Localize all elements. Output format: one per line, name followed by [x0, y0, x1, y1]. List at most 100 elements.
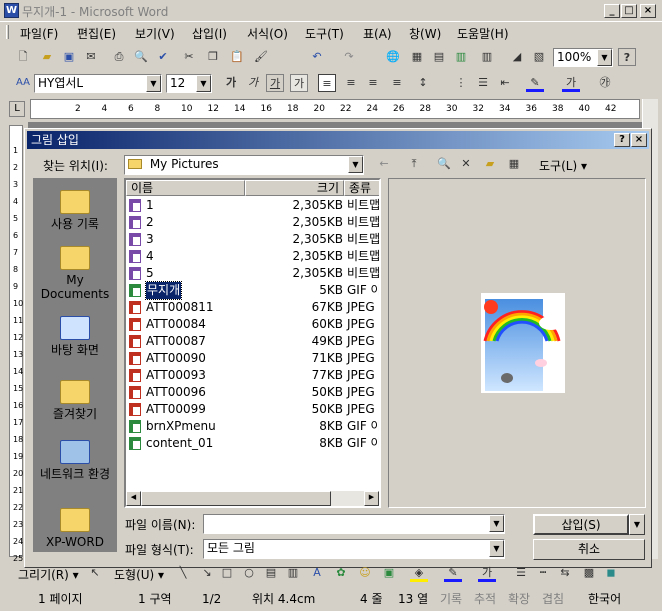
open-icon[interactable]: ▰: [38, 48, 56, 66]
back-icon[interactable]: ←: [375, 155, 393, 173]
file-row[interactable]: 4 2,305KB 비트맵: [126, 248, 379, 265]
file-row[interactable]: content_01 8KB GIF 이: [126, 435, 379, 452]
vertical-textbox-icon[interactable]: ▥: [284, 564, 302, 582]
file-row[interactable]: 5 2,305KB 비트맵: [126, 265, 379, 282]
drawing-icon[interactable]: ◢: [508, 48, 526, 66]
file-row[interactable]: ATT00096 50KB JPEG: [126, 384, 379, 401]
columns-icon[interactable]: ▥: [478, 48, 496, 66]
insert-table-icon[interactable]: ▤: [430, 48, 448, 66]
place-favorites[interactable]: 즐겨찾기: [33, 380, 117, 421]
italic-button[interactable]: 가: [244, 74, 262, 92]
file-row[interactable]: 1 2,305KB 비트맵: [126, 197, 379, 214]
menu-view[interactable]: 보기(V): [135, 25, 175, 42]
insert-button[interactable]: 삽입(S): [533, 514, 629, 535]
views-icon[interactable]: ▦: [505, 155, 523, 173]
zoom-combo[interactable]: 100% ▼: [553, 48, 613, 67]
align-justify-icon[interactable]: ≡: [318, 74, 336, 92]
decrease-indent-icon[interactable]: ⇤: [496, 74, 514, 92]
up-folder-icon[interactable]: ⤒: [405, 155, 423, 173]
menu-edit[interactable]: 편집(E): [77, 25, 116, 42]
bullets-icon[interactable]: ☰: [474, 74, 492, 92]
file-row[interactable]: ATT00087 49KB JPEG: [126, 333, 379, 350]
redo-icon[interactable]: ↷: [340, 48, 358, 66]
minimize-button[interactable]: _: [604, 4, 620, 18]
look-in-combo[interactable]: My Pictures ▼: [124, 155, 364, 175]
tables-borders-icon[interactable]: ▦: [408, 48, 426, 66]
status-overtype[interactable]: 겹침: [542, 591, 564, 609]
maximize-button[interactable]: □: [621, 4, 637, 18]
tools-menu[interactable]: 도구(L) ▾: [539, 157, 587, 174]
underline-button[interactable]: 가: [266, 74, 284, 92]
vertical-ruler[interactable]: 1 2 3 4 5 6 7 8 9 10 11 12 13 14 15 16 17 18 19 20 21 22 23 24 2…: [9, 125, 23, 563]
wordart-icon[interactable]: A: [308, 564, 326, 582]
font-size-combo[interactable]: 12 ▼: [166, 74, 212, 93]
hyperlink-icon[interactable]: 🌐: [384, 48, 402, 66]
print-icon[interactable]: ⎙: [110, 48, 128, 66]
menu-table[interactable]: 표(A): [363, 25, 392, 42]
column-size-header[interactable]: 크기: [245, 180, 344, 196]
chevron-down-icon[interactable]: ▼: [196, 75, 211, 92]
file-row[interactable]: 무지개 5KB GIF 이: [126, 281, 379, 300]
dialog-help-button[interactable]: ?: [614, 133, 630, 147]
rectangle-icon[interactable]: □: [218, 564, 236, 582]
font-color-icon[interactable]: 가: [562, 74, 580, 92]
insert-excel-icon[interactable]: ▥: [452, 48, 470, 66]
shadow-icon[interactable]: ▩: [580, 564, 598, 582]
place-xp-word[interactable]: XP-WORD: [33, 508, 117, 549]
align-center-icon[interactable]: ≡: [364, 74, 382, 92]
diagram-icon[interactable]: ✿: [332, 564, 350, 582]
help-icon[interactable]: ?: [618, 48, 636, 66]
autoshapes-menu[interactable]: 도형(U) ▾: [114, 566, 164, 583]
file-row[interactable]: brnXPmenu 8KB GIF 이: [126, 418, 379, 435]
ruler-corner[interactable]: L: [9, 101, 25, 117]
arrow-icon[interactable]: ↘: [198, 564, 216, 582]
font-combo[interactable]: HY엽서L ▼: [34, 74, 162, 93]
chevron-down-icon[interactable]: ▼: [597, 49, 612, 66]
status-record[interactable]: 기록: [440, 591, 462, 609]
column-name-header[interactable]: 이름: [126, 180, 245, 196]
cancel-button[interactable]: 취소: [533, 539, 645, 560]
select-objects-icon[interactable]: ↖: [86, 564, 104, 582]
clipart-icon[interactable]: ☺: [356, 564, 374, 582]
filename-input[interactable]: ▼: [203, 514, 505, 534]
status-track[interactable]: 추적: [474, 591, 496, 609]
close-button[interactable]: ×: [640, 4, 656, 18]
3d-icon[interactable]: ◼: [602, 564, 620, 582]
file-row[interactable]: 3 2,305KB 비트맵: [126, 231, 379, 248]
file-row[interactable]: ATT00099 50KB JPEG: [126, 401, 379, 418]
font-color-draw-icon[interactable]: 가: [478, 564, 496, 582]
line-style-icon[interactable]: ☰: [512, 564, 530, 582]
oval-icon[interactable]: ○: [240, 564, 258, 582]
menu-format[interactable]: 서식(O): [247, 25, 288, 42]
dialog-close-button[interactable]: ×: [631, 133, 647, 147]
chevron-down-icon[interactable]: ▼: [348, 156, 363, 173]
format-painter-icon[interactable]: 🖌: [252, 48, 270, 66]
scroll-thumb[interactable]: [141, 491, 331, 506]
line-color-icon[interactable]: ✎: [444, 564, 462, 582]
insert-picture-icon[interactable]: ▣: [380, 564, 398, 582]
chevron-down-icon[interactable]: ▼: [489, 540, 504, 557]
place-network[interactable]: 네트워크 환경: [33, 440, 117, 481]
align-left-icon[interactable]: ≡: [342, 74, 360, 92]
file-row[interactable]: ATT00090 71KB JPEG: [126, 350, 379, 367]
save-icon[interactable]: ▣: [60, 48, 78, 66]
align-right-icon[interactable]: ≡: [388, 74, 406, 92]
menu-insert[interactable]: 삽입(I): [192, 25, 227, 42]
line-spacing-icon[interactable]: ↕: [414, 74, 432, 92]
menu-file[interactable]: 파일(F): [20, 25, 58, 42]
scroll-left-button[interactable]: ◀: [126, 491, 141, 506]
horizontal-ruler[interactable]: 2 4 6 8 10 12 14 16 18 20 22 24 26 28 30 32 34 36 38 40 42: [30, 99, 640, 119]
chevron-down-icon[interactable]: ▼: [489, 515, 504, 532]
place-desktop[interactable]: 바탕 화면: [33, 316, 117, 357]
file-row[interactable]: ATT00084 60KB JPEG: [126, 316, 379, 333]
spelling-icon[interactable]: ✔: [154, 48, 172, 66]
file-row[interactable]: ATT00093 77KB JPEG: [126, 367, 379, 384]
strikethrough-button[interactable]: 가: [290, 74, 308, 92]
cut-icon[interactable]: ✂: [180, 48, 198, 66]
place-my-documents[interactable]: My Documents: [33, 246, 117, 301]
new-document-icon[interactable]: 🗋: [14, 48, 32, 66]
filetype-select[interactable]: 모든 그림 ▼: [203, 539, 505, 559]
delete-icon[interactable]: ✕: [457, 155, 475, 173]
paste-icon[interactable]: 📋: [228, 48, 246, 66]
draw-menu[interactable]: 그리기(R) ▾: [18, 566, 79, 583]
